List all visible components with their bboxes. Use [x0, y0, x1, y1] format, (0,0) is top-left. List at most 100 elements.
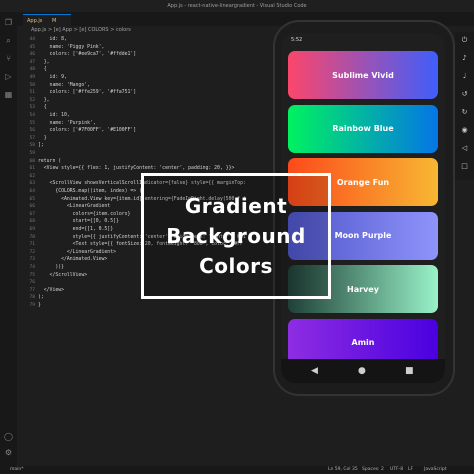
- code-line[interactable]: );: [38, 295, 44, 300]
- line-number: 71: [29, 242, 35, 248]
- code-line[interactable]: </ScrollView>: [38, 273, 88, 278]
- code-line[interactable]: </LinearGradient>: [38, 250, 116, 255]
- line-ending[interactable]: LF: [408, 466, 413, 474]
- line-number: 69: [29, 227, 35, 232]
- code-line[interactable]: name: 'Mango',: [38, 83, 90, 88]
- code-line[interactable]: }: [38, 303, 41, 308]
- code-line[interactable]: end={[1, 0.5]}: [38, 227, 113, 232]
- line-number-gutter: 44 45 46 47 48 49 50 51 52 53 54 55 56 57 58 59 60 61 62 63…: [17, 35, 37, 466]
- line-number: 46: [29, 52, 35, 58]
- code-line[interactable]: },: [38, 60, 50, 65]
- power-icon[interactable]: ⏻: [460, 36, 469, 45]
- line-number: 60: [29, 158, 35, 164]
- code-line[interactable]: colors: ['#7F00FF', '#E100FF']: [38, 128, 137, 133]
- gradient-card-label: Moon Purple: [334, 231, 392, 240]
- rotate-left-icon[interactable]: ↺: [460, 90, 469, 99]
- indent-setting[interactable]: Spaces: 2: [362, 466, 384, 474]
- code-line[interactable]: return (: [38, 159, 61, 164]
- nav-recents-icon[interactable]: ■: [405, 365, 414, 377]
- search-icon[interactable]: ⌕: [4, 36, 13, 45]
- line-number: 56: [29, 128, 35, 134]
- line-number: 78: [29, 295, 35, 301]
- line-number: 45: [29, 44, 35, 50]
- overlay-line-2: Background: [166, 224, 306, 248]
- overview-icon[interactable]: □: [460, 162, 469, 171]
- line-number: 64: [29, 189, 35, 194]
- phone-status-time: 5:52: [291, 37, 303, 43]
- nav-back-icon[interactable]: ◀: [311, 365, 318, 377]
- code-line[interactable]: id: 9,: [38, 75, 67, 80]
- window-title: App.js - react-native-lineargradient - V…: [0, 0, 474, 12]
- status-bar: main* Ln 59, Col 35 Spaces: 2 UTF-8 LF J…: [0, 466, 474, 474]
- code-line[interactable]: },: [38, 98, 50, 103]
- code-line[interactable]: ))}: [38, 265, 64, 270]
- volume-down-icon[interactable]: ♩: [460, 72, 469, 81]
- extensions-icon[interactable]: ▦: [4, 90, 13, 99]
- tab-app-js[interactable]: App.js M: [23, 14, 71, 26]
- line-number: 66: [29, 204, 35, 210]
- line-number: 54: [29, 113, 35, 118]
- language-mode[interactable]: JavaScript: [424, 466, 447, 474]
- code-line[interactable]: </View>: [38, 288, 64, 293]
- gradient-card[interactable]: Sublime Vivid: [288, 51, 438, 99]
- code-line[interactable]: colors={item.colors}: [38, 212, 131, 217]
- line-number: 50: [29, 82, 35, 88]
- code-line[interactable]: id: 8,: [38, 37, 67, 42]
- line-number: 72: [29, 249, 35, 255]
- code-line[interactable]: <LinearGradient: [38, 204, 110, 209]
- cursor-position[interactable]: Ln 59, Col 35: [328, 466, 358, 474]
- line-number: 58: [29, 143, 35, 149]
- gradient-card[interactable]: Rainbow Blue: [288, 104, 438, 153]
- code-line[interactable]: colors: ['#ffe259', '#ffa751']: [38, 90, 137, 95]
- explorer-icon[interactable]: ❐: [4, 18, 13, 27]
- line-number: 63: [29, 181, 35, 187]
- line-number: 68: [29, 219, 35, 225]
- code-line[interactable]: ];: [38, 143, 44, 148]
- code-line[interactable]: {COLORS.map((item, index) => (: [38, 189, 142, 194]
- activity-bar: ❐ ⌕ ⑂ ▷ ▦ ◯ ⚙: [0, 12, 17, 466]
- line-number: 76: [29, 280, 35, 286]
- run-debug-icon[interactable]: ▷: [4, 72, 13, 81]
- gradient-card-label: Rainbow Blue: [332, 124, 394, 133]
- code-line[interactable]: colors: ['#ee9ca7', '#ffdde1']: [38, 52, 137, 57]
- line-number: 79: [29, 303, 35, 308]
- tab-label: App.js: [27, 18, 43, 24]
- line-number: 59: [29, 151, 35, 156]
- code-line[interactable]: id: 10,: [38, 113, 70, 118]
- encoding[interactable]: UTF-8: [390, 466, 403, 474]
- line-number: 48: [29, 67, 35, 73]
- code-line[interactable]: <View style={{ flex: 1, justifyContent: …: [38, 166, 235, 171]
- code-line[interactable]: }: [38, 136, 47, 141]
- code-line[interactable]: {: [38, 67, 47, 72]
- overlay-line-3: Colors: [199, 254, 273, 278]
- line-number: 51: [29, 90, 35, 96]
- code-line[interactable]: name: 'Piggy Pink',: [38, 45, 105, 50]
- camera-icon[interactable]: ◉: [460, 126, 469, 135]
- gradient-card-label: Amin: [351, 338, 375, 347]
- tab-modified-badge: M: [51, 18, 57, 24]
- line-number: 53: [29, 105, 35, 111]
- line-number: 52: [29, 97, 35, 103]
- volume-up-icon[interactable]: ♪: [460, 54, 469, 63]
- line-number: 55: [29, 120, 35, 126]
- code-line[interactable]: </Animated.View>: [38, 257, 107, 262]
- nav-home-icon[interactable]: ●: [358, 365, 366, 377]
- gradient-card[interactable]: Amin: [288, 318, 438, 359]
- code-line[interactable]: {: [38, 105, 47, 110]
- gradient-card-label: Harvey: [347, 284, 379, 294]
- line-number: 47: [29, 59, 35, 65]
- rotate-right-icon[interactable]: ↻: [460, 108, 469, 117]
- line-number: 44: [29, 37, 35, 42]
- line-number: 77: [29, 287, 35, 293]
- code-line[interactable]: start={[0, 0.5]}: [38, 219, 119, 224]
- account-icon[interactable]: ◯: [4, 432, 13, 441]
- branch-indicator[interactable]: main*: [10, 466, 24, 474]
- phone-nav-bar: ◀ ● ■: [281, 359, 445, 383]
- line-number: 61: [29, 166, 35, 172]
- settings-gear-icon[interactable]: ⚙: [4, 448, 13, 457]
- code-line[interactable]: name: 'Purpink',: [38, 121, 96, 126]
- emulator-toolbar: ⏻ ♪ ♩ ↺ ↻ ◉ ◁ □: [455, 32, 474, 180]
- source-control-icon[interactable]: ⑂: [4, 54, 13, 63]
- back-icon[interactable]: ◁: [460, 144, 469, 153]
- line-number: 74: [29, 265, 35, 270]
